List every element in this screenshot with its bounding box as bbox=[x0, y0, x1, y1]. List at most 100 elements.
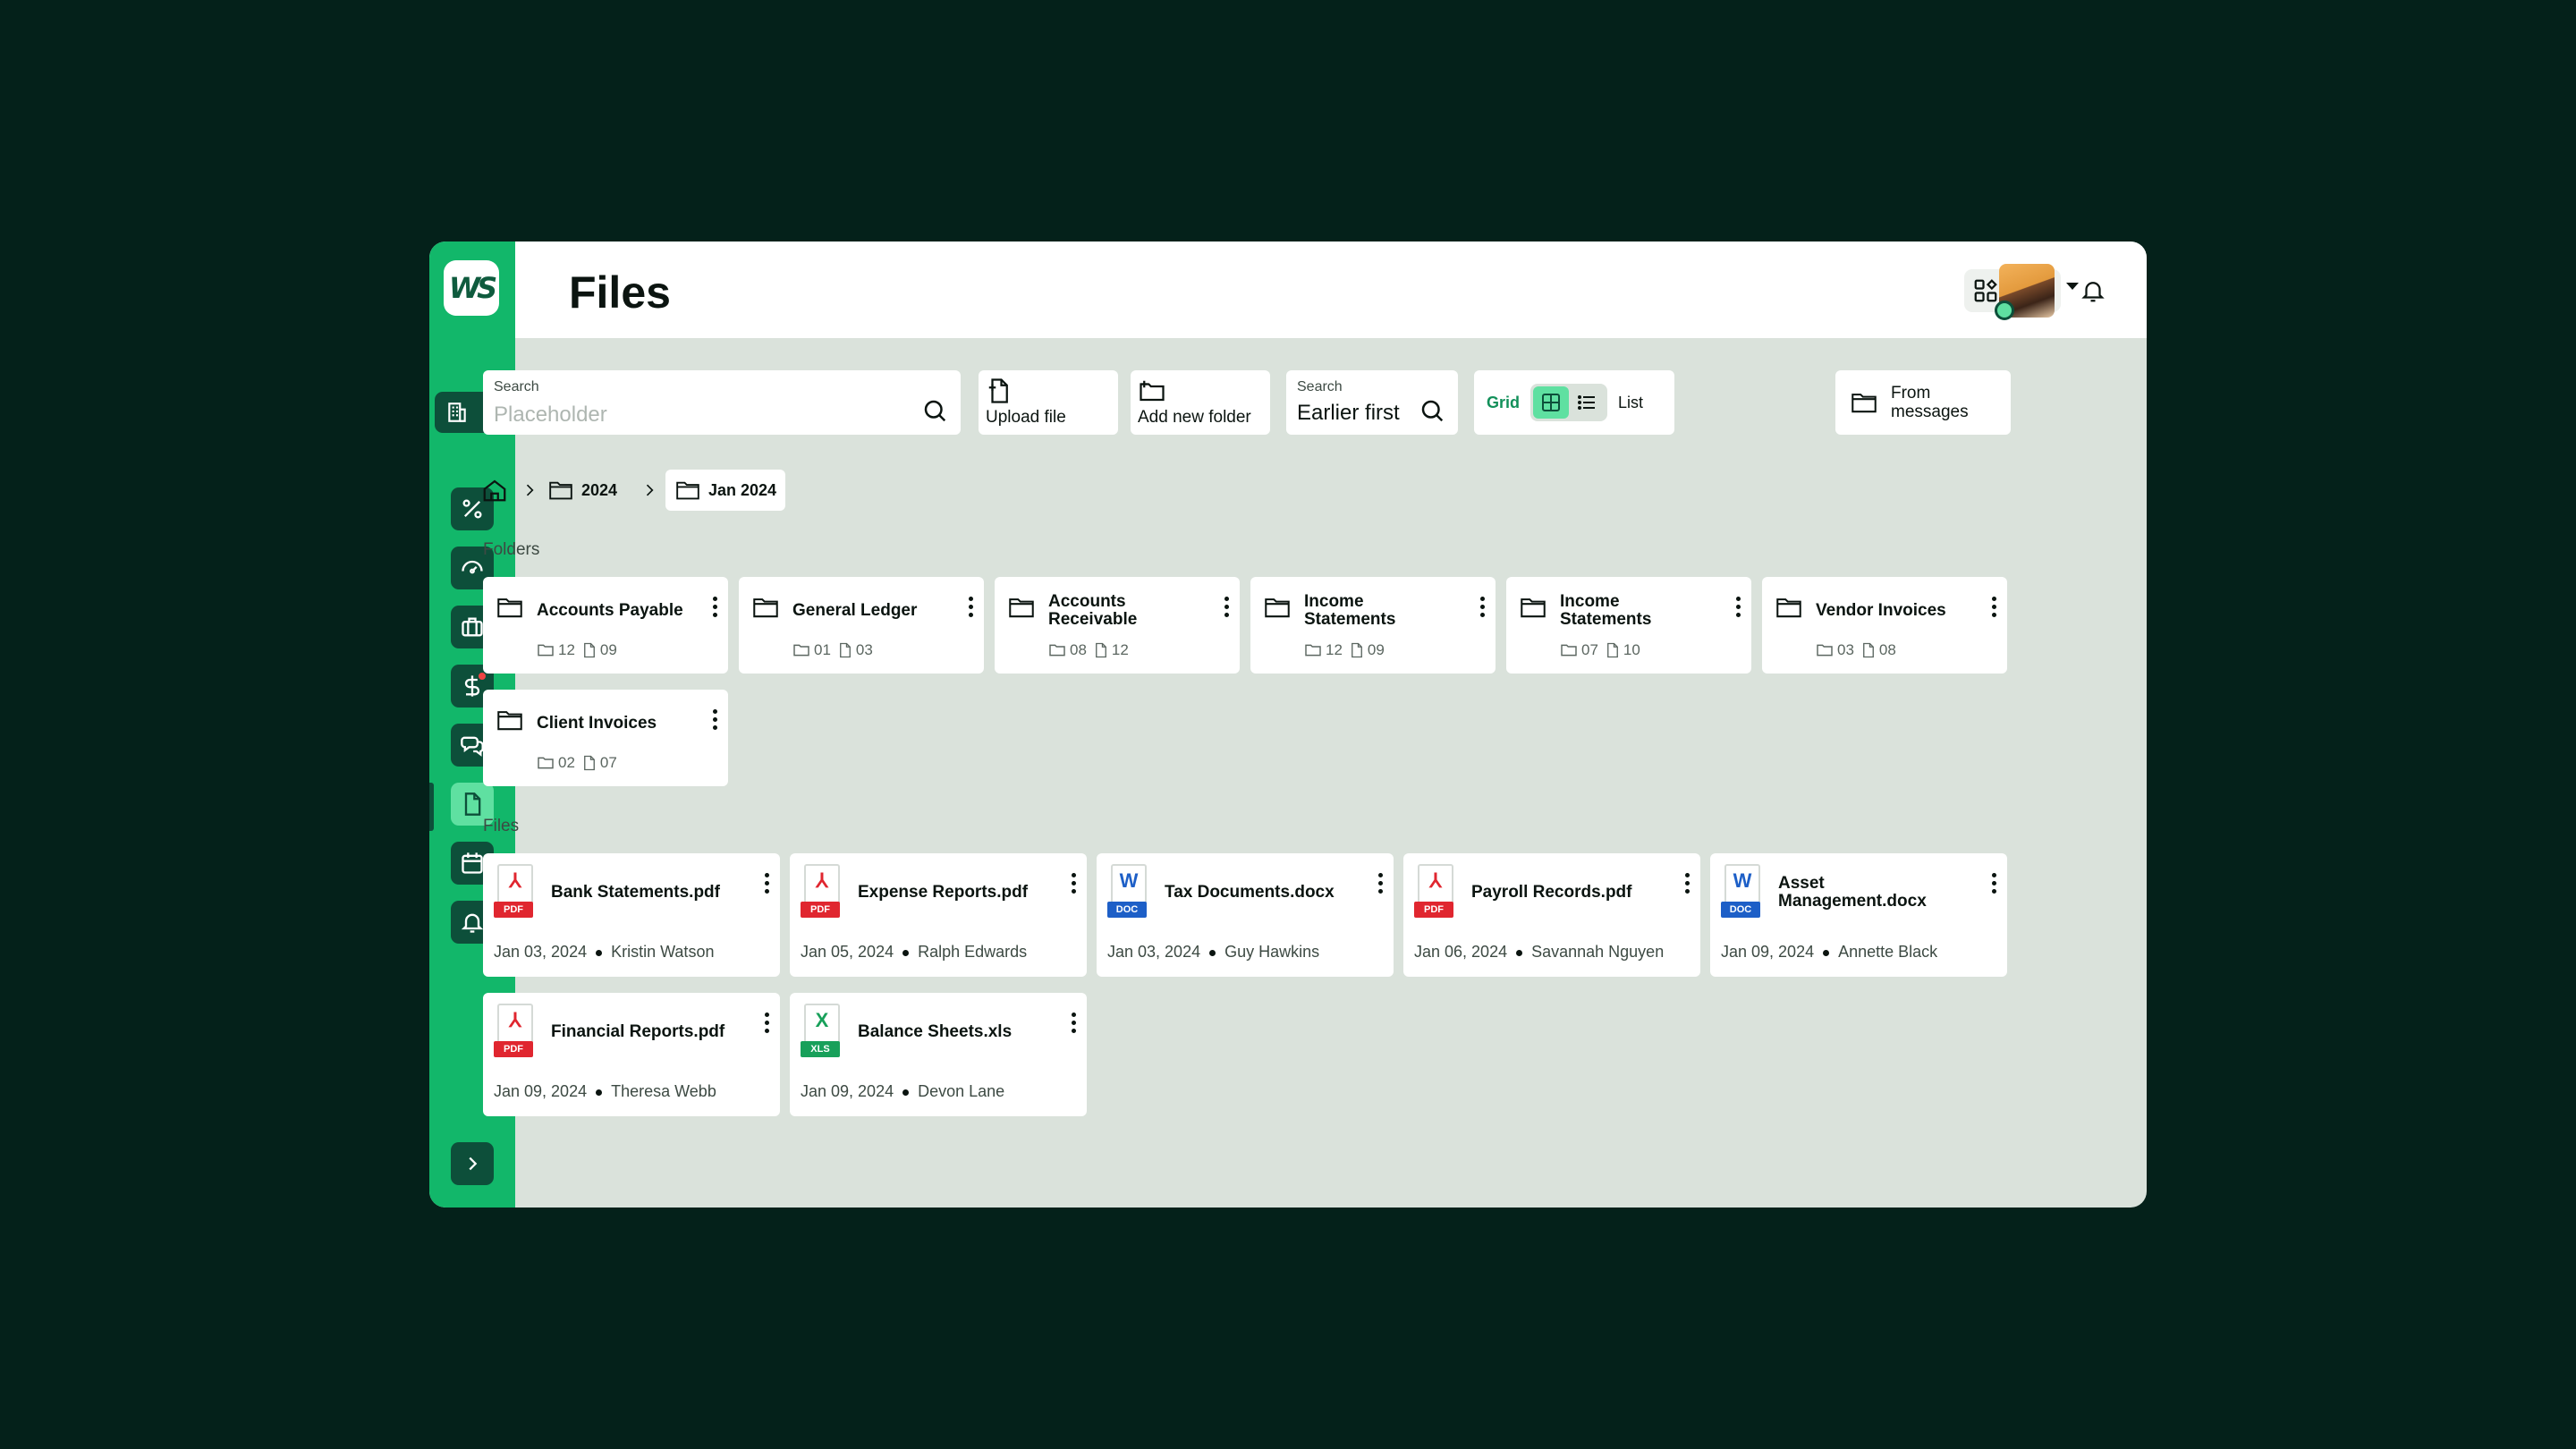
grid-view-label[interactable]: Grid bbox=[1487, 394, 1520, 412]
notifications-button[interactable] bbox=[2072, 269, 2114, 312]
word-file-icon: W DOC bbox=[1721, 864, 1764, 919]
more-options-button[interactable] bbox=[764, 1013, 769, 1033]
search-field[interactable]: Search Placeholder bbox=[483, 370, 961, 435]
folder-name: General Ledger bbox=[792, 601, 918, 620]
folder-name: Client Invoices bbox=[537, 714, 657, 733]
subfolder-count-icon bbox=[793, 644, 809, 657]
folder-counts: 03 08 bbox=[1816, 641, 1896, 659]
folder-icon-wrap bbox=[1007, 595, 1036, 624]
breadcrumb-item-2024[interactable]: 2024 bbox=[547, 470, 617, 511]
upload-file-button[interactable]: Upload file bbox=[979, 370, 1118, 435]
breadcrumb-home[interactable] bbox=[481, 470, 508, 511]
breadcrumb-item-jan-2024[interactable]: Jan 2024 bbox=[665, 470, 786, 511]
expand-sidebar-button[interactable] bbox=[451, 1142, 494, 1185]
file-card[interactable]: ⅄ PDF Payroll Records.pdf Jan 06, 2024 Savan… bbox=[1403, 853, 1700, 977]
bell-icon bbox=[2081, 282, 2105, 302]
building-icon bbox=[448, 402, 466, 422]
file-owner: Annette Black bbox=[1838, 943, 1938, 961]
from-messages-button[interactable]: From messages bbox=[1835, 370, 2011, 435]
folder-counts: 12 09 bbox=[537, 641, 617, 659]
file-count-icon bbox=[1351, 642, 1362, 658]
subfolder-count: 08 bbox=[1070, 641, 1087, 658]
excel-file-icon: X XLS bbox=[801, 1004, 843, 1059]
file-type-glyph: ⅄ bbox=[816, 869, 828, 892]
file-count-icon bbox=[1606, 642, 1618, 658]
pdf-file-icon: ⅄ PDF bbox=[1414, 864, 1457, 919]
separator-dot bbox=[1516, 949, 1523, 956]
folder-card[interactable]: Vendor Invoices 03 08 bbox=[1762, 577, 2007, 674]
file-meta: Jan 09, 2024 Theresa Webb bbox=[494, 1082, 716, 1101]
file-count-icon bbox=[583, 642, 595, 658]
separator-dot bbox=[596, 1089, 603, 1096]
file-type-tag: DOC bbox=[1721, 902, 1760, 918]
more-options-button[interactable] bbox=[1991, 597, 1996, 617]
more-options-button[interactable] bbox=[1479, 597, 1485, 617]
more-options-button[interactable] bbox=[1224, 597, 1229, 617]
search-icon[interactable] bbox=[921, 397, 948, 424]
more-options-button[interactable] bbox=[1735, 597, 1741, 617]
file-date: Jan 09, 2024 bbox=[801, 1082, 894, 1100]
chevron-right-icon bbox=[526, 484, 534, 496]
folder-icon-wrap bbox=[496, 595, 524, 624]
folder-icon-wrap bbox=[1775, 595, 1803, 624]
app-logo[interactable]: WS bbox=[444, 260, 499, 316]
files-section-label: Files bbox=[483, 817, 520, 835]
more-options-button[interactable] bbox=[1684, 873, 1690, 894]
folder-card[interactable]: Income Statements 12 09 bbox=[1250, 577, 1496, 674]
more-options-button[interactable] bbox=[712, 709, 717, 730]
more-options-button[interactable] bbox=[1991, 873, 1996, 894]
more-options-button[interactable] bbox=[764, 873, 769, 894]
folder-counts: 01 03 bbox=[792, 641, 873, 659]
file-type-glyph: X bbox=[815, 1009, 829, 1031]
folder-name: Income Statements bbox=[1560, 592, 1652, 629]
pdf-file-icon: ⅄ PDF bbox=[801, 864, 843, 919]
file-card[interactable]: ⅄ PDF Expense Reports.pdf Jan 05, 2024 Ralph… bbox=[790, 853, 1087, 977]
file-owner: Guy Hawkins bbox=[1224, 943, 1320, 961]
add-new-folder-button[interactable]: Add new folder bbox=[1131, 370, 1270, 435]
search-input[interactable]: Placeholder bbox=[494, 402, 950, 428]
folder-icon bbox=[1265, 598, 1290, 618]
sort-dropdown[interactable]: Search Earlier first bbox=[1286, 370, 1458, 435]
file-card[interactable]: W DOC Asset Management.docx Jan 09, 2024 Ann… bbox=[1710, 853, 2007, 977]
file-meta: Jan 09, 2024 Annette Black bbox=[1721, 943, 1937, 962]
caret-down-icon[interactable] bbox=[2066, 283, 2079, 290]
more-options-button[interactable] bbox=[968, 597, 973, 617]
separator-dot bbox=[902, 949, 910, 956]
file-card[interactable]: W DOC Tax Documents.docx Jan 03, 2024 Guy Ha… bbox=[1097, 853, 1394, 977]
folder-card[interactable]: Accounts Receivable 08 12 bbox=[995, 577, 1240, 674]
list-icon bbox=[1578, 395, 1596, 410]
file-type-tag: PDF bbox=[494, 902, 533, 918]
folder-icon bbox=[1852, 394, 1877, 413]
more-options-button[interactable] bbox=[1071, 873, 1076, 894]
list-view-label[interactable]: List bbox=[1618, 394, 1643, 412]
folder-card[interactable]: General Ledger 01 03 bbox=[739, 577, 984, 674]
file-owner: Devon Lane bbox=[918, 1082, 1005, 1100]
file-name: Tax Documents.docx bbox=[1165, 883, 1335, 902]
more-options-button[interactable] bbox=[1377, 873, 1383, 894]
file-count: 10 bbox=[1623, 641, 1640, 658]
file-name: Payroll Records.pdf bbox=[1471, 883, 1632, 902]
file-card[interactable]: ⅄ PDF Financial Reports.pdf Jan 09, 2024 The… bbox=[483, 993, 780, 1116]
file-type-tag: XLS bbox=[801, 1041, 840, 1057]
folder-card[interactable]: Income Statements 07 10 bbox=[1506, 577, 1751, 674]
folder-icon bbox=[676, 481, 699, 500]
logo-text: WS bbox=[448, 271, 497, 305]
folder-card[interactable]: Client Invoices 02 07 bbox=[483, 690, 728, 786]
file-type-glyph: ⅄ bbox=[509, 869, 521, 892]
sort-label: Search bbox=[1297, 379, 1343, 394]
file-count-icon bbox=[1862, 642, 1874, 658]
more-options-button[interactable] bbox=[1071, 1013, 1076, 1033]
file-card[interactable]: ⅄ PDF Bank Statements.pdf Jan 03, 2024 Krist… bbox=[483, 853, 780, 977]
file-type-glyph: ⅄ bbox=[509, 1009, 521, 1031]
list-view-button[interactable] bbox=[1569, 386, 1605, 419]
subfolder-count-icon bbox=[538, 757, 554, 769]
file-count-icon bbox=[583, 755, 595, 771]
grid-view-button[interactable] bbox=[1533, 386, 1570, 419]
file-count: 07 bbox=[599, 754, 617, 771]
folder-icon bbox=[1009, 598, 1034, 618]
file-name: Expense Reports.pdf bbox=[858, 883, 1029, 902]
more-options-button[interactable] bbox=[712, 597, 717, 617]
folder-card[interactable]: Accounts Payable 12 09 bbox=[483, 577, 728, 674]
file-card[interactable]: X XLS Balance Sheets.xls Jan 09, 2024 Devon … bbox=[790, 993, 1087, 1116]
breadcrumb-label: 2024 bbox=[581, 480, 618, 499]
